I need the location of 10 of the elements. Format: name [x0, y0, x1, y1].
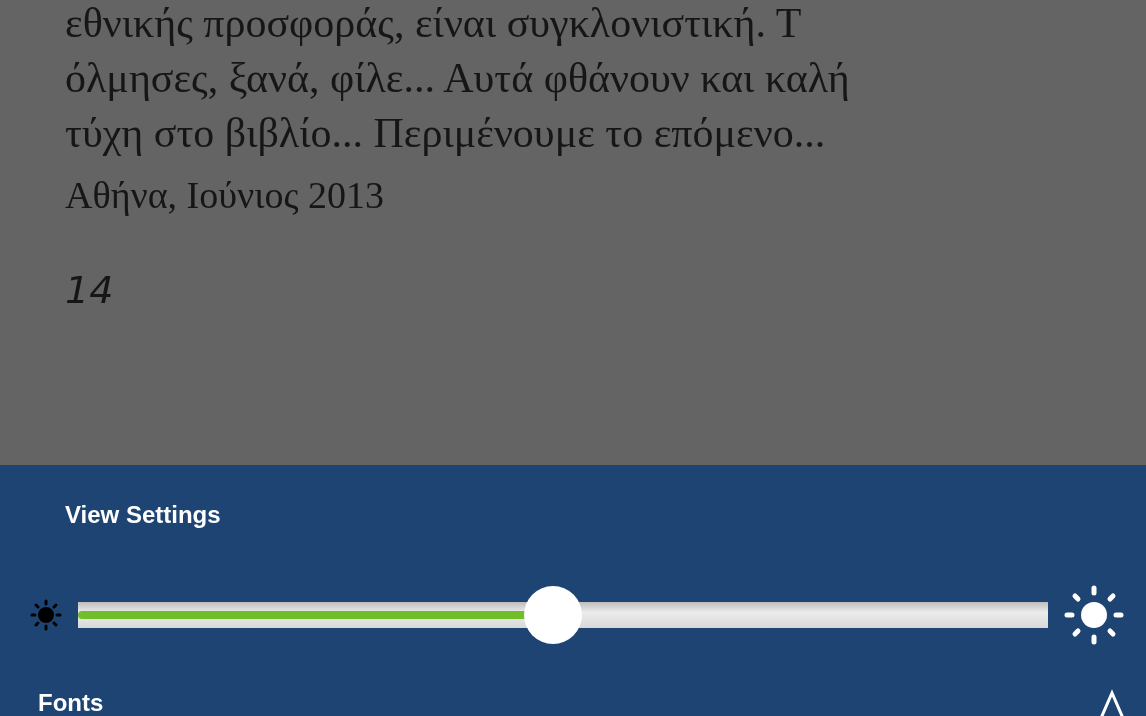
- panel-title: View Settings: [64, 500, 222, 530]
- book-text-line: τύχη στο βιβλίο... Περιμένουμε το επόμενο...: [65, 109, 826, 158]
- page-number: 14: [65, 267, 115, 314]
- fonts-label: Fonts: [38, 688, 104, 716]
- book-text-line: όλμησες, ξανά, φίλε... Αυτά φθάνουν και καλή: [65, 54, 850, 103]
- dim-sun-icon: [30, 599, 62, 631]
- signature-text: Αθήνα, Ιούνιος 2013: [65, 173, 386, 218]
- slider-thumb[interactable]: [524, 586, 583, 644]
- book-text-line: εθνικής προσφοράς, είναι συγκλονιστική. Τ: [65, 0, 802, 48]
- bright-sun-icon: [1064, 585, 1124, 645]
